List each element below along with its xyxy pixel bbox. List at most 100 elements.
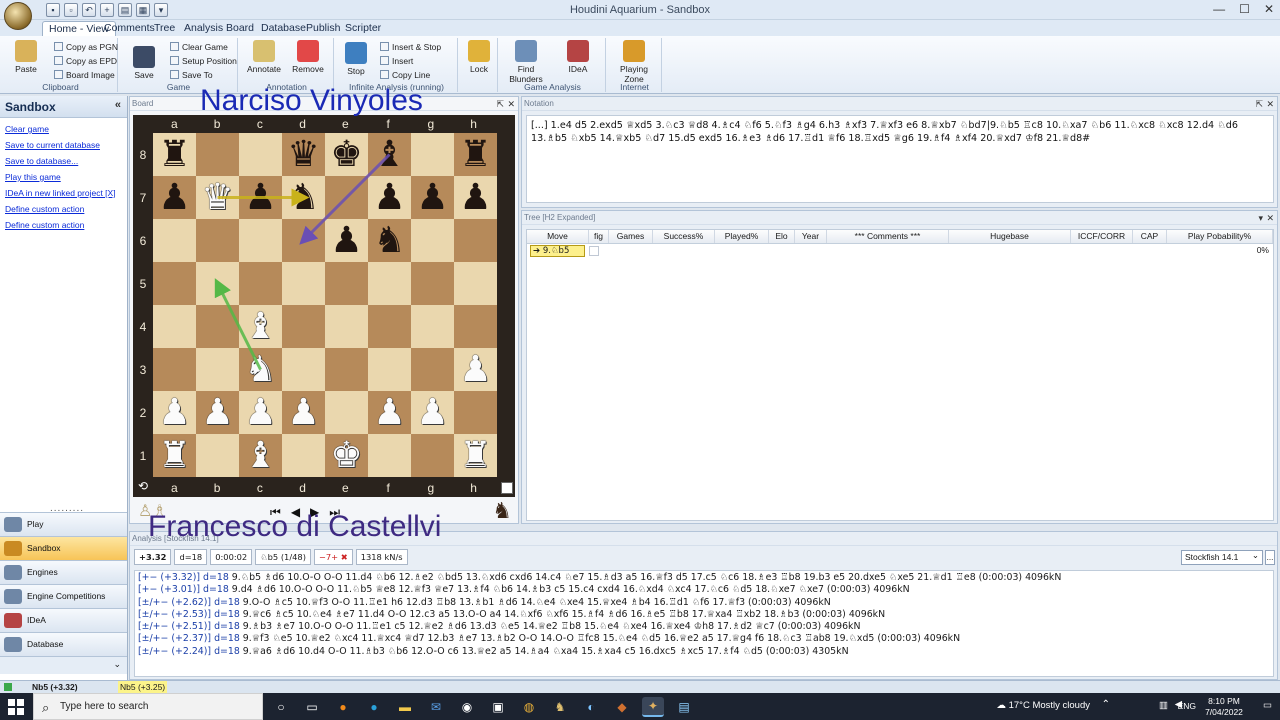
nav-sandbox[interactable]: Sandbox xyxy=(0,536,127,560)
nav-engine-competitions[interactable]: Engine Competitions xyxy=(0,584,127,608)
black-pawn-icon[interactable]: ♟ xyxy=(416,179,448,216)
board-image-button[interactable]: Board Image xyxy=(54,70,115,81)
analysis-line[interactable]: [+− (+3.01)] d=18 9.d4 ♗d6 10.O-O O-O 11… xyxy=(138,584,1270,596)
custom-action-link[interactable]: Define custom action xyxy=(5,217,122,233)
remove-button[interactable]: Remove xyxy=(286,40,330,74)
white-pawn-icon[interactable]: ♟ xyxy=(373,394,405,431)
square-c6[interactable] xyxy=(239,219,282,262)
col-fig[interactable]: fig xyxy=(589,230,609,243)
white-rook-icon[interactable]: ♜ xyxy=(459,437,491,474)
stop-button[interactable]: Stop xyxy=(334,42,378,76)
nav-idea[interactable]: IDeA xyxy=(0,608,127,632)
close-icon[interactable]: ✕ xyxy=(1264,2,1274,16)
chevron-down-icon[interactable]: ⌄ xyxy=(113,659,121,670)
notes-icon[interactable]: ▤ xyxy=(673,697,695,717)
col-success[interactable]: Success% xyxy=(653,230,715,243)
white-queen-icon[interactable]: ♛ xyxy=(201,179,233,216)
minimize-icon[interactable]: — xyxy=(1213,2,1225,16)
windows-start-icon[interactable] xyxy=(8,699,24,715)
tab-tree[interactable]: Tree xyxy=(148,21,181,36)
square-f8[interactable]: ♝ xyxy=(368,133,411,176)
analysis-line[interactable]: [±/+− (+2.37)] d=18 9.♕f3 ♘e5 10.♕e2 ♘xc… xyxy=(138,633,1270,645)
copy-line-button[interactable]: Copy Line xyxy=(380,70,430,81)
panel-close-icon[interactable]: ✕ xyxy=(1266,97,1274,111)
white-pawn-icon[interactable]: ♟ xyxy=(158,394,190,431)
nav-database[interactable]: Database xyxy=(0,632,127,656)
panel-close-icon[interactable]: ✕ xyxy=(1266,211,1274,225)
square-a2[interactable]: ♟ xyxy=(153,391,196,434)
white-bishop-icon[interactable]: ♝ xyxy=(244,437,276,474)
clock[interactable]: 8:10 PM 7/04/2022 xyxy=(1196,696,1252,718)
houdini-app-icon[interactable]: ✦ xyxy=(642,697,664,717)
square-b1[interactable] xyxy=(196,434,239,477)
square-d2[interactable]: ♟ xyxy=(282,391,325,434)
engine-more-button[interactable]: ... xyxy=(1265,550,1275,565)
square-b3[interactable] xyxy=(196,348,239,391)
square-a8[interactable]: ♜ xyxy=(153,133,196,176)
language-indicator[interactable]: ENG xyxy=(1178,701,1196,711)
square-g8[interactable] xyxy=(411,133,454,176)
terminal-icon[interactable]: ▣ xyxy=(487,697,509,717)
table-row[interactable]: ➔ 9.♘b5 0% xyxy=(527,244,1273,258)
square-e6[interactable]: ♟ xyxy=(325,219,368,262)
white-pawn-icon[interactable]: ♟ xyxy=(287,394,319,431)
square-g4[interactable] xyxy=(411,305,454,348)
col-games[interactable]: Games xyxy=(609,230,653,243)
black-rook-icon[interactable]: ♜ xyxy=(158,136,190,173)
playing-zone-button[interactable]: Playing Zone xyxy=(612,40,656,84)
firefox-icon[interactable]: ● xyxy=(332,697,354,717)
square-c4[interactable]: ♝ xyxy=(239,305,282,348)
square-c8[interactable] xyxy=(239,133,282,176)
analysis-line[interactable]: [±/+− (+2.24)] d=18 9.♕a6 ♗d6 10.d4 O-O … xyxy=(138,646,1270,658)
black-pawn-icon[interactable]: ♟ xyxy=(244,179,276,216)
lines-toggle-box[interactable]: −7+ ✖ xyxy=(313,549,353,565)
square-g2[interactable]: ♟ xyxy=(411,391,454,434)
white-bishop-icon[interactable]: ♝ xyxy=(244,308,276,345)
idea-linked-project-link[interactable]: IDeA in new linked project [X] xyxy=(5,185,122,201)
col-comments[interactable]: *** Comments *** xyxy=(827,230,949,243)
square-g6[interactable] xyxy=(411,219,454,262)
square-d8[interactable]: ♛ xyxy=(282,133,325,176)
edge-icon[interactable]: ● xyxy=(363,697,385,717)
square-f7[interactable]: ♟ xyxy=(368,176,411,219)
annotate-button[interactable]: Annotate xyxy=(242,40,286,74)
file-explorer-icon[interactable]: ▬ xyxy=(394,697,416,717)
col-elo[interactable]: Elo xyxy=(769,230,795,243)
col-play-probability[interactable]: Play Pobability% xyxy=(1167,230,1273,243)
pin-icon[interactable]: ⇱ xyxy=(1255,97,1263,111)
square-b6[interactable] xyxy=(196,219,239,262)
square-h3[interactable]: ♟ xyxy=(454,348,497,391)
tray-overflow-icon[interactable]: ⌃ xyxy=(1102,699,1110,710)
square-b2[interactable]: ♟ xyxy=(196,391,239,434)
square-h1[interactable]: ♜ xyxy=(454,434,497,477)
col-year[interactable]: Year xyxy=(795,230,827,243)
engine-select[interactable]: Stockfish 14.1 xyxy=(1181,549,1263,565)
black-queen-icon[interactable]: ♛ xyxy=(287,136,319,173)
copy-epd-button[interactable]: Copy as EPD xyxy=(54,56,117,67)
white-pawn-icon[interactable]: ♟ xyxy=(201,394,233,431)
black-king-icon[interactable]: ♚ xyxy=(330,136,362,173)
square-g5[interactable] xyxy=(411,262,454,305)
col-hugebase[interactable]: Hugebase xyxy=(949,230,1071,243)
square-d6[interactable] xyxy=(282,219,325,262)
insert-button[interactable]: Insert xyxy=(380,56,413,67)
square-h8[interactable]: ♜ xyxy=(454,133,497,176)
square-f1[interactable] xyxy=(368,434,411,477)
save-current-db-link[interactable]: Save to current database xyxy=(5,137,122,153)
clear-game-link[interactable]: Clear game xyxy=(5,121,122,137)
col-played[interactable]: Played% xyxy=(715,230,769,243)
square-a6[interactable] xyxy=(153,219,196,262)
black-knight-icon[interactable]: ♞ xyxy=(373,222,405,259)
square-c5[interactable] xyxy=(239,262,282,305)
square-h5[interactable] xyxy=(454,262,497,305)
square-e7[interactable] xyxy=(325,176,368,219)
find-blunders-button[interactable]: Find Blunders xyxy=(504,40,548,84)
idea-button[interactable]: IDeA xyxy=(556,40,600,74)
black-rook-icon[interactable]: ♜ xyxy=(459,136,491,173)
copy-pgn-button[interactable]: Copy as PGN xyxy=(54,42,118,53)
square-d5[interactable] xyxy=(282,262,325,305)
app-menu-orb-icon[interactable] xyxy=(4,2,32,30)
maximize-icon[interactable]: ☐ xyxy=(1239,2,1250,16)
save-to-button[interactable]: Save To xyxy=(170,70,213,81)
white-pawn-icon[interactable]: ♟ xyxy=(416,394,448,431)
